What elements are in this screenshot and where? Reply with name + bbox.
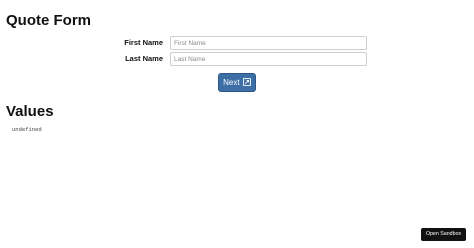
last-name-label: Last Name <box>125 54 163 63</box>
last-name-row: Last Name <box>0 52 474 66</box>
first-name-label: First Name <box>124 38 163 47</box>
page: Quote Form First Name Last Name Next Val… <box>0 0 474 248</box>
values-title: Values <box>6 103 54 120</box>
first-name-input[interactable] <box>170 36 367 50</box>
external-link-icon <box>242 78 251 86</box>
open-sandbox-button[interactable]: Open Sandbox <box>421 228 466 241</box>
values-output: undefined <box>12 126 42 133</box>
first-name-row: First Name <box>0 36 474 50</box>
form-title: Quote Form <box>6 12 91 29</box>
last-name-input[interactable] <box>170 52 367 66</box>
next-button[interactable]: Next <box>218 73 256 92</box>
next-button-label: Next <box>223 78 240 87</box>
